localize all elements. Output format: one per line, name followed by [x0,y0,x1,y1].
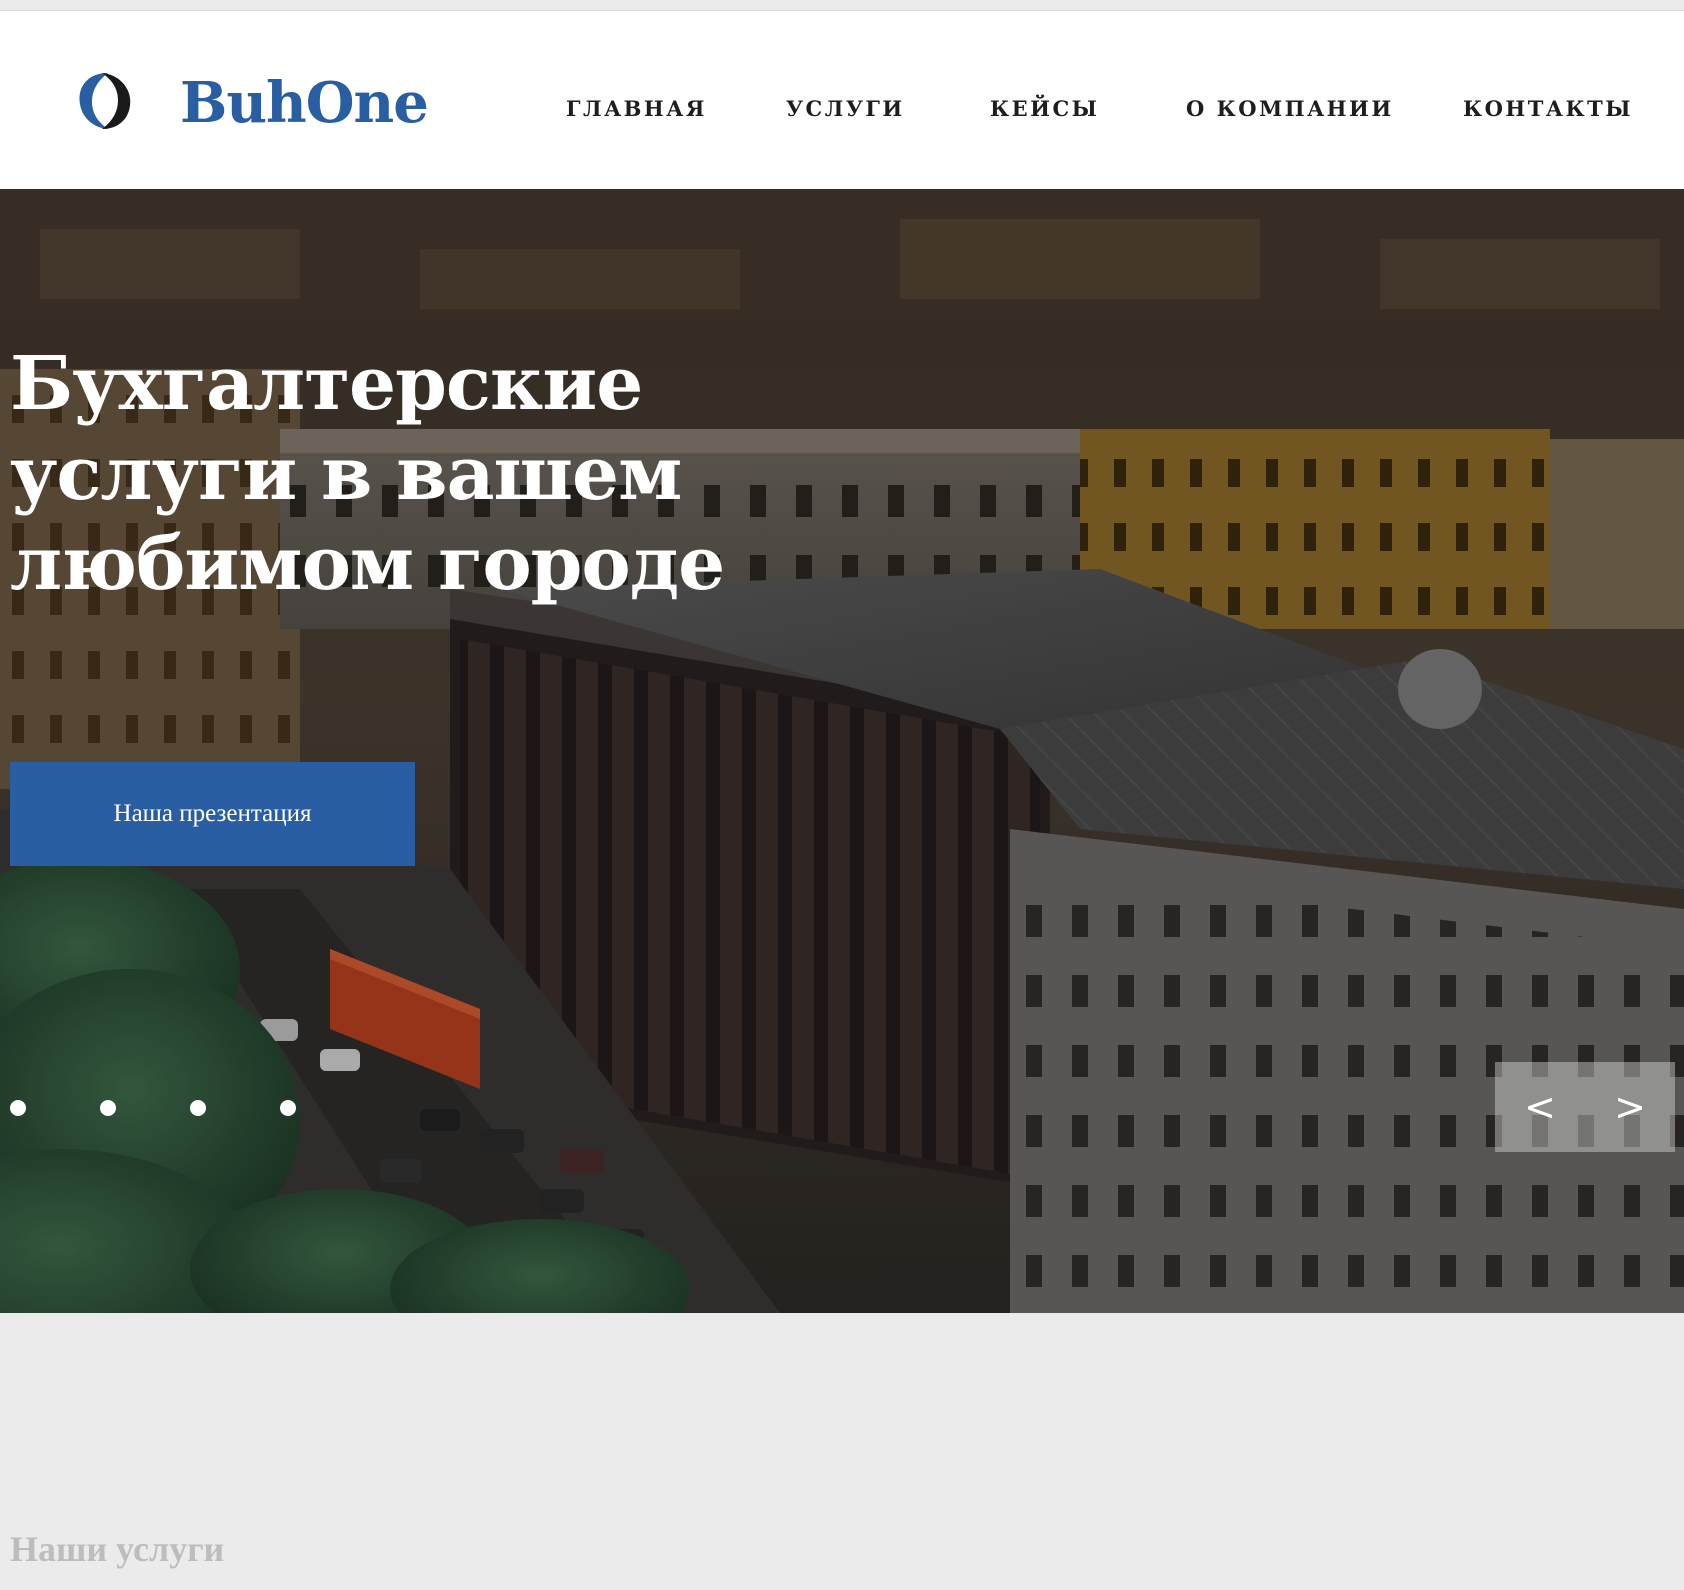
slide-dot-1[interactable] [10,1100,26,1116]
nav-item-services[interactable]: УСЛУГИ [786,89,905,129]
nav-item-home[interactable]: ГЛАВНАЯ [566,89,707,129]
prev-slide-button[interactable]: < [1495,1062,1585,1152]
hero-title: Бухгалтерские услуги в вашем любимом гор… [10,341,725,607]
next-slide-button[interactable]: > [1585,1062,1675,1152]
services-title: Наши услуги [10,1529,225,1569]
site-header: BuhOne ГЛАВНАЯ УСЛУГИ КЕЙСЫ О КОМПАНИИ К… [0,11,1684,189]
nav-item-cases[interactable]: КЕЙСЫ [990,89,1099,129]
slide-dot-4[interactable] [280,1100,296,1116]
hero-slider: Бухгалтерские услуги в вашем любимом гор… [0,189,1684,1313]
main-nav: ГЛАВНАЯ УСЛУГИ КЕЙСЫ О КОМПАНИИ КОНТАКТЫ [0,89,1684,129]
slide-dot-2[interactable] [100,1100,116,1116]
slide-dot-3[interactable] [190,1100,206,1116]
slider-arrows: < > [1495,1062,1675,1152]
services-section: Наши услуги [0,1313,1684,1590]
nav-item-about[interactable]: О КОМПАНИИ [1186,89,1394,129]
slider-pagination [10,1097,310,1117]
presentation-button[interactable]: Наша презентация [10,762,415,866]
nav-item-contacts[interactable]: КОНТАКТЫ [1463,89,1633,129]
